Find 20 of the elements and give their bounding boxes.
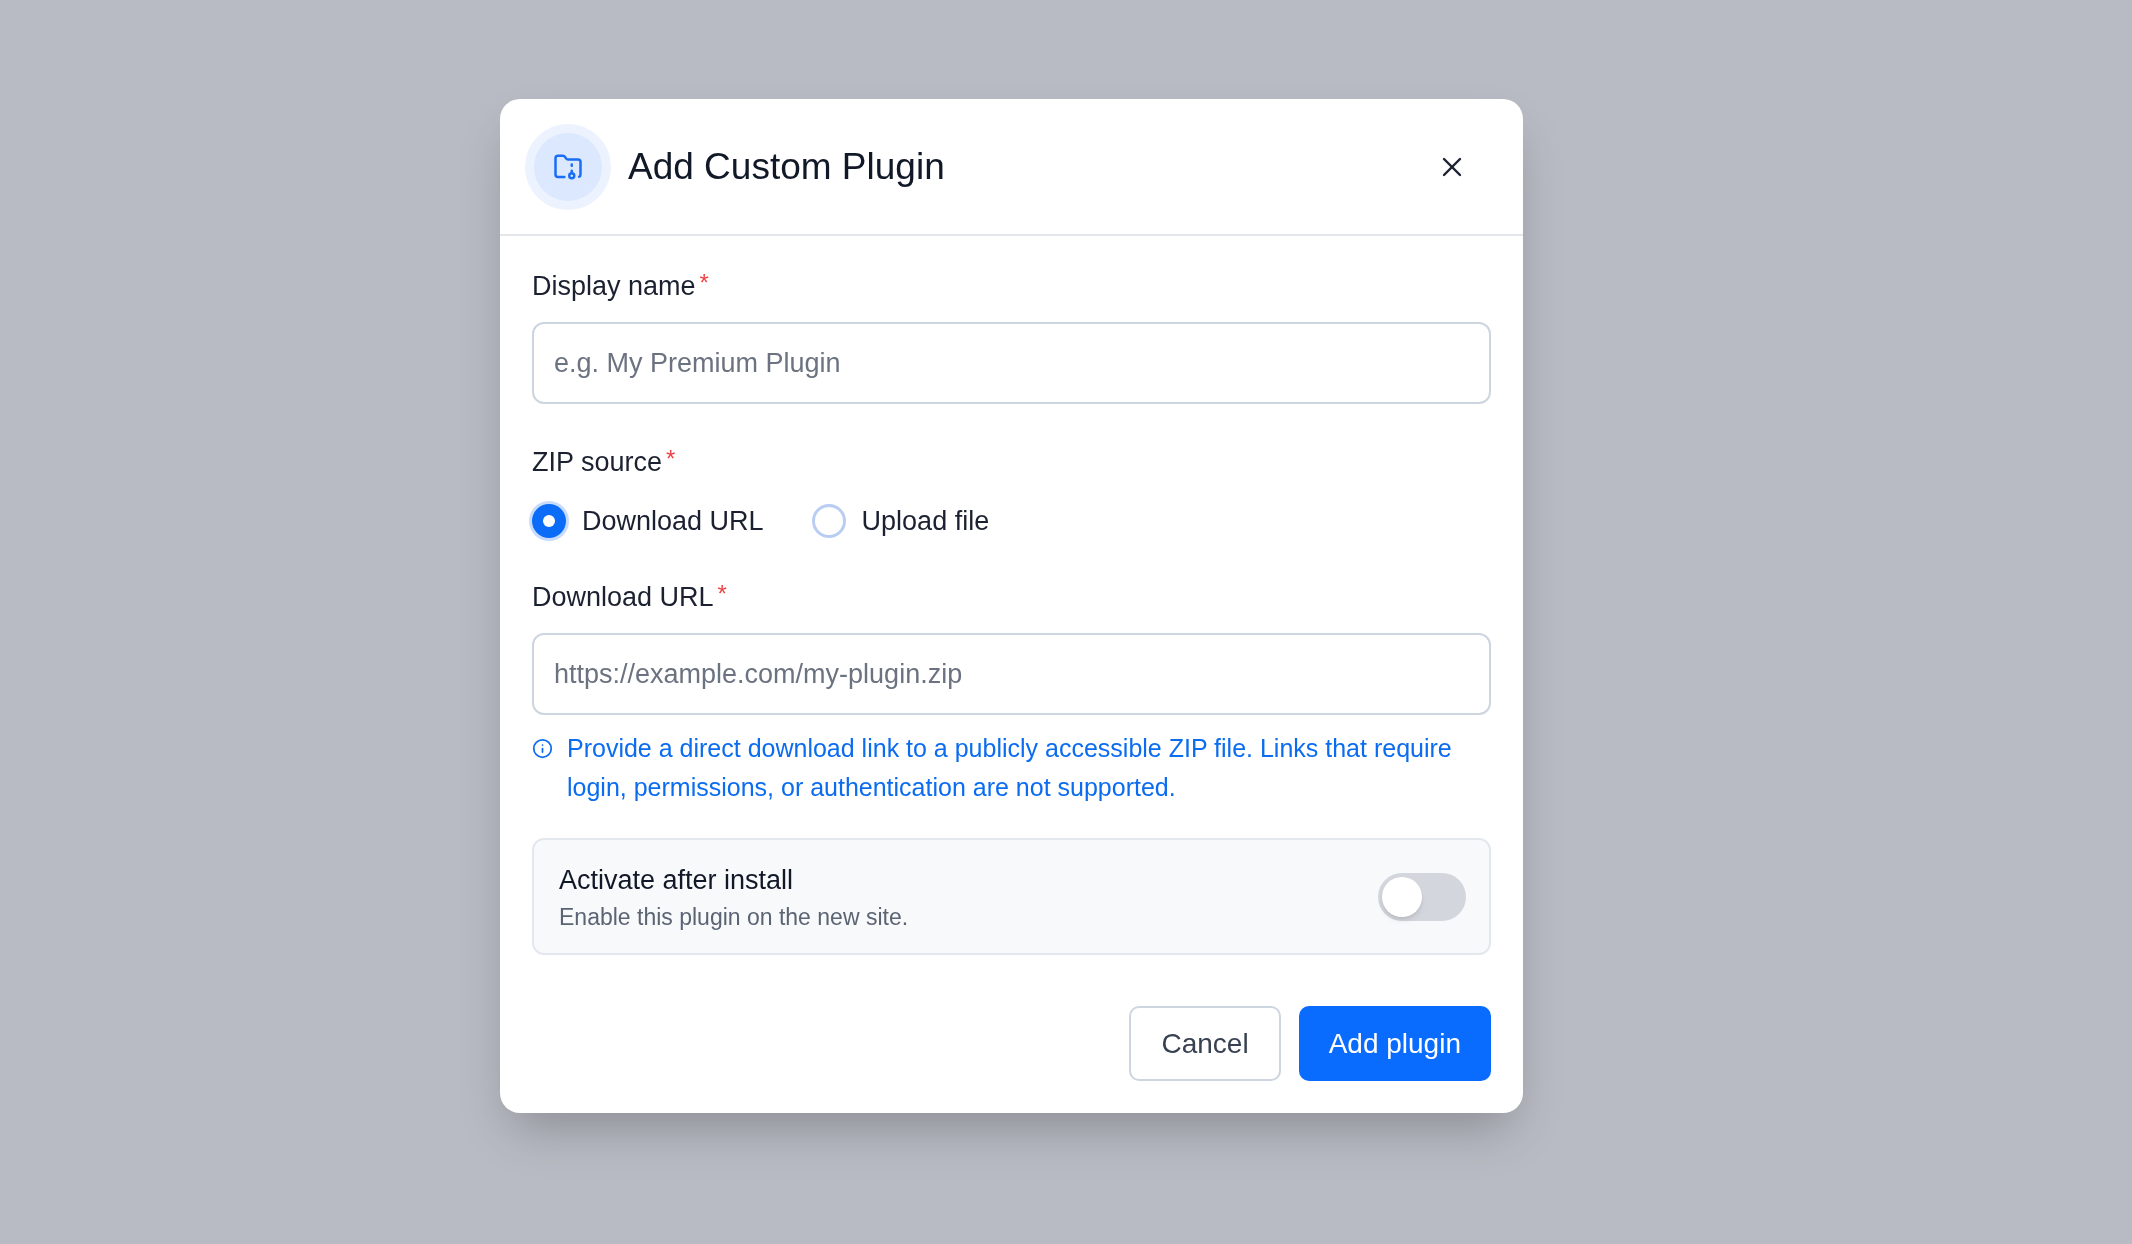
field-label: Display name [532, 270, 696, 303]
required-mark: * [717, 579, 727, 609]
dialog-title: Add Custom Plugin [628, 144, 945, 189]
radio-label: Upload file [861, 505, 990, 538]
field-label: ZIP source [532, 446, 663, 479]
text-input[interactable]: e.g. My Premium Plugin [532, 322, 1491, 404]
setting-title: Activate after install [559, 863, 795, 897]
help-text: Provide a direct download link to a publicly accessible ZIP file. Links that require login, permissions, or authentication are not supported. [567, 733, 1453, 803]
radio-button[interactable] [532, 504, 566, 538]
primary-button[interactable]: Add plugin [1298, 1006, 1491, 1081]
toggle-switch[interactable] [1378, 872, 1466, 921]
required-mark: * [666, 444, 676, 474]
text-input[interactable]: https://example.com/my-plugin.zip [532, 633, 1491, 715]
radio-label: Download URL [582, 505, 764, 538]
cancel-button[interactable]: Cancel [1129, 1006, 1281, 1081]
required-mark: * [699, 268, 709, 298]
info-icon [532, 738, 553, 759]
field-label: Download URL [532, 581, 714, 614]
setting-description: Enable this plugin on the new site. [559, 902, 909, 932]
radio-button[interactable] [811, 504, 846, 538]
